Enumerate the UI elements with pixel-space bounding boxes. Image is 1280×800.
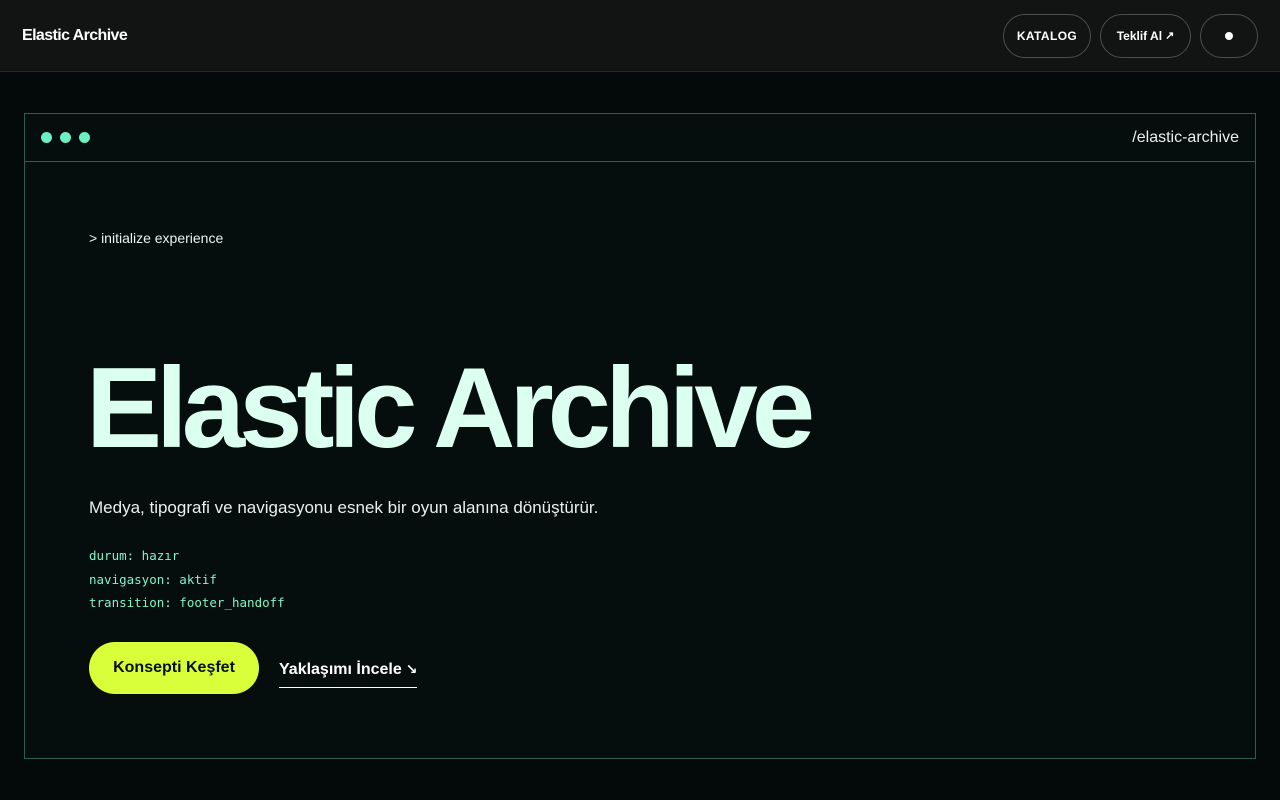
menu-toggle-button[interactable]: [1200, 13, 1258, 58]
prompt-line: > initialize experience: [89, 230, 224, 246]
hero-actions: Konsepti Keşfet Yaklaşımı İncele ↘: [89, 642, 418, 694]
meta-line-transition: transition: footer_handoff: [89, 595, 285, 610]
meta-line-durum: durum: hazır: [89, 548, 180, 563]
brand-logo[interactable]: Elastic Archive: [22, 27, 128, 45]
katalog-label: KATALOG: [1016, 28, 1078, 43]
yaklasimi-incele-label: Yaklaşımı İncele: [279, 660, 402, 678]
arrow-up-right-icon: ↗: [1165, 30, 1175, 42]
window-dot-icon: [41, 132, 52, 143]
status-meta: durum: hazır navigasyon: aktif transitio…: [89, 544, 285, 615]
katalog-button[interactable]: KATALOG: [1003, 13, 1091, 58]
top-nav: KATALOG Teklif Al ↗: [1003, 13, 1258, 58]
konsepti-kesfet-button[interactable]: Konsepti Keşfet: [89, 642, 259, 694]
meta-line-navigasyon: navigasyon: aktif: [89, 571, 217, 587]
window-controls: [41, 132, 90, 143]
window-title-bar: /elastic-archive: [25, 114, 1255, 162]
hero-content: > initialize experience Elastic Archive …: [86, 162, 1255, 758]
terminal-window: /elastic-archive > initialize experience…: [24, 113, 1256, 759]
window-dot-icon: [79, 132, 90, 143]
arrow-down-right-icon: ↘: [405, 661, 418, 677]
dot-icon: [1225, 31, 1233, 40]
window-dot-icon: [60, 132, 71, 143]
window-path: /elastic-archive: [1132, 128, 1239, 146]
top-bar: Elastic Archive KATALOG Teklif Al ↗: [0, 0, 1280, 72]
hero-tagline: Medya, tipografi ve navigasyonu esnek bi…: [89, 498, 599, 517]
teklif-al-label: Teklif Al: [1116, 28, 1163, 43]
yaklasimi-incele-link[interactable]: Yaklaşımı İncele ↘: [279, 660, 418, 688]
teklif-al-button[interactable]: Teklif Al ↗: [1100, 13, 1191, 58]
hero-title: Elastic Archive: [86, 345, 815, 472]
